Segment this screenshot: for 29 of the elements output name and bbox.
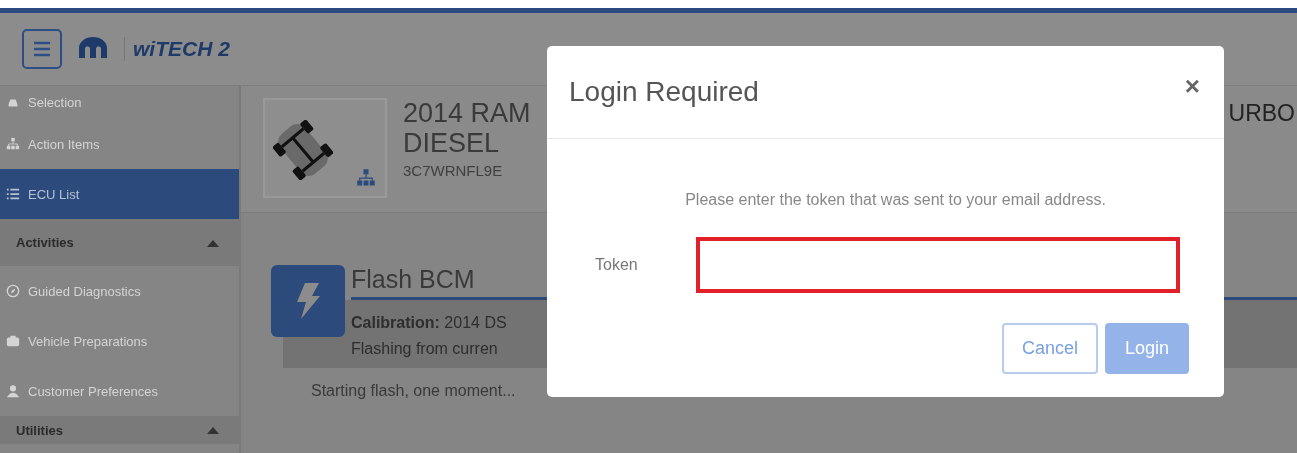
log-text: Starting flash, one moment... [310, 381, 517, 400]
sidebar-section[interactable]: Utilities [0, 416, 239, 444]
sidebar-item[interactable]: Selection [0, 86, 239, 119]
list-icon [6, 187, 20, 201]
menu-button[interactable] [22, 29, 62, 69]
vin-text: 3C7WRNFL9E [403, 162, 504, 179]
sidebar-item[interactable]: Customer Preferences [0, 366, 239, 416]
dialog-title: Login Required [569, 76, 759, 108]
sitemap-icon [355, 168, 377, 188]
vehicle-title: URBO [1228, 99, 1296, 128]
token-field[interactable] [696, 237, 1180, 293]
menu-icon [33, 41, 51, 57]
calibration-text: Calibration: 2014 DS [351, 314, 507, 332]
vehicle-title: 2014 RAM [403, 98, 531, 128]
sidebar-item[interactable]: Vehicle Preparations [0, 316, 239, 366]
close-button[interactable]: × [1180, 70, 1204, 102]
sidebar-section[interactable]: Activities [0, 219, 239, 266]
sidebar-item[interactable]: ECU List [0, 169, 239, 219]
compass-icon [6, 284, 20, 298]
dialog-message: Please enter the token that was sent to your email address. [684, 191, 1107, 209]
sidebar-item[interactable]: Action Items [0, 119, 239, 169]
status-text: Flashing from curren [351, 340, 498, 358]
vehicle-title: DIESEL [403, 128, 501, 158]
sidebar-item[interactable]: Guided Diagnostics [0, 266, 239, 316]
cancel-button[interactable]: Cancel [1001, 323, 1098, 374]
user-icon [6, 384, 20, 398]
lightning-icon [271, 265, 345, 337]
logo-text: wiTECH 2 [124, 37, 230, 61]
sitemap-icon [6, 137, 20, 151]
